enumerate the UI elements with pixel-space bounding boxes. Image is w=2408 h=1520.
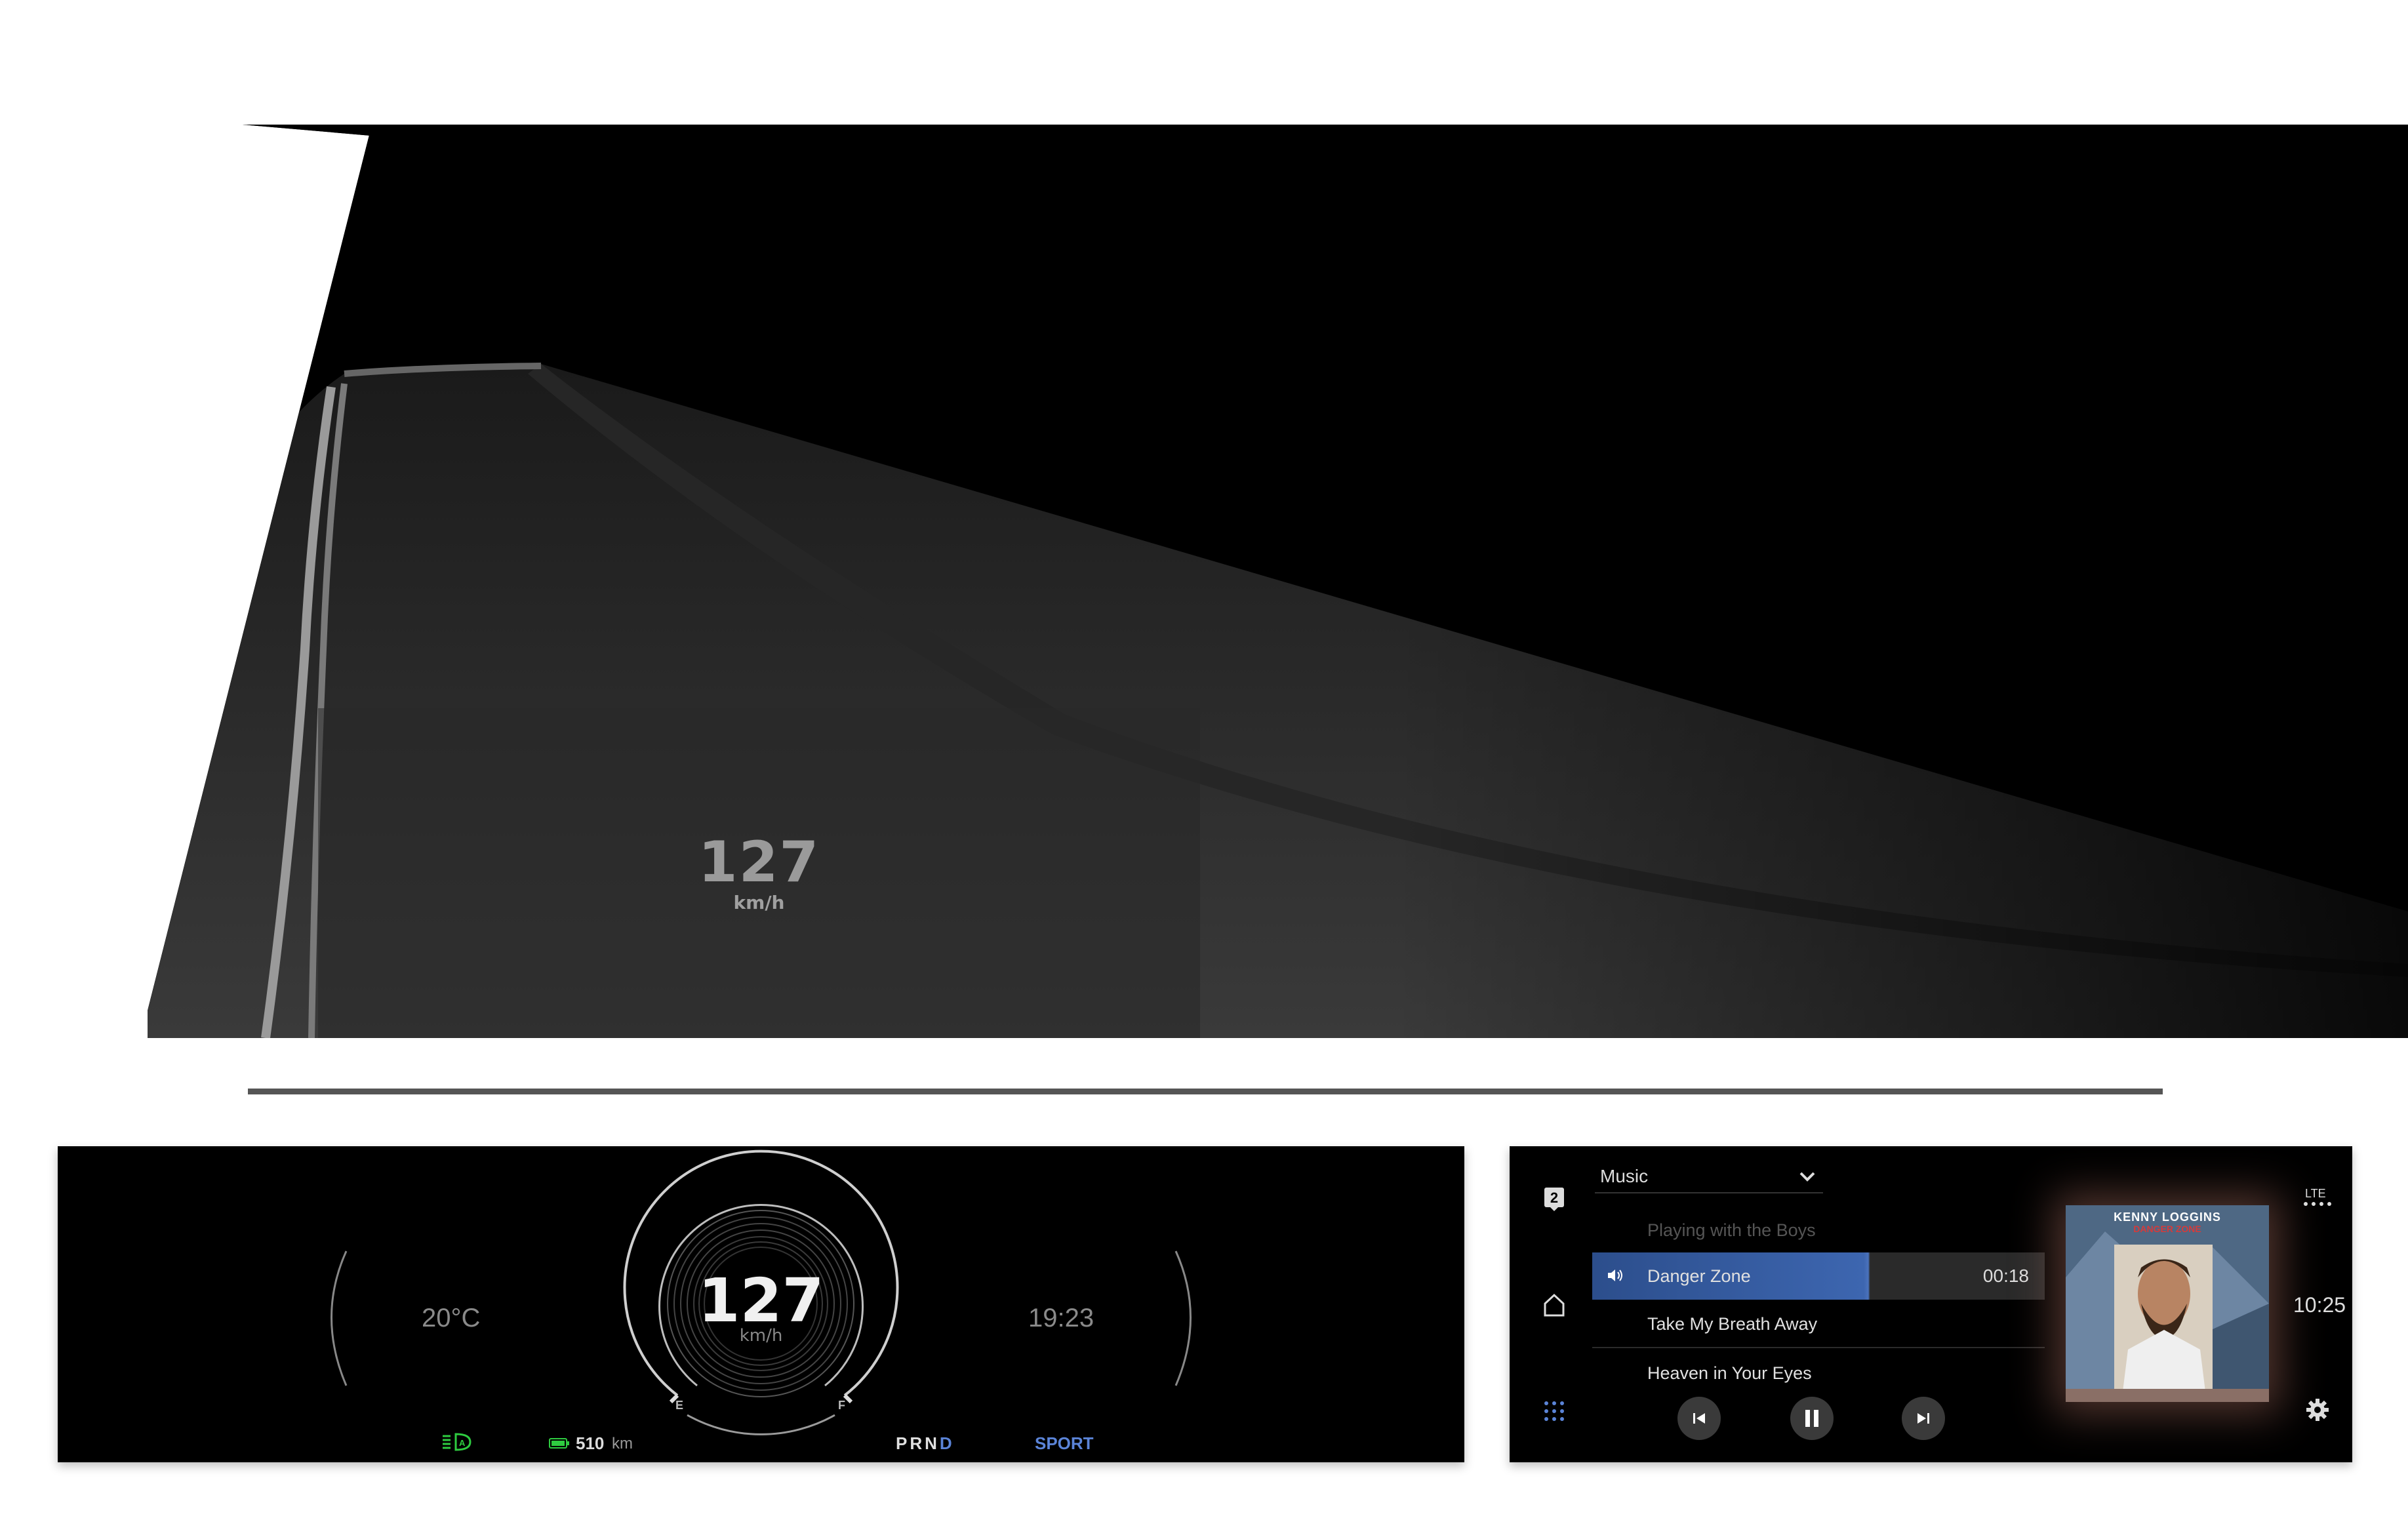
previous-track-button[interactable]: [1677, 1397, 1721, 1440]
signal-strength-icon: [2304, 1202, 2331, 1206]
hud-speed-value: 127: [698, 830, 820, 895]
pause-icon: [1805, 1410, 1818, 1427]
track-list-item[interactable]: Playing with the Boys: [1592, 1207, 2045, 1254]
gear-selector: PRND: [896, 1433, 955, 1454]
gear-active: D: [939, 1433, 955, 1453]
source-dropdown[interactable]: Music: [1595, 1161, 1823, 1193]
album-art[interactable]: KENNY LOGGINS DANGER ZONE: [2066, 1205, 2269, 1402]
profile-badge-label: 2: [1550, 1190, 1558, 1206]
album-cover-illustration: [2066, 1205, 2269, 1402]
track-list-item[interactable]: Take My Breath Away: [1592, 1301, 2045, 1348]
album-title: DANGER ZONE: [2133, 1224, 2201, 1234]
track-elapsed-time: 00:18: [1982, 1266, 2029, 1286]
source-dropdown-label: Music: [1600, 1166, 1649, 1186]
hud-speed-panel: 127 km/h: [318, 708, 1200, 1038]
gear-inactive: PRN: [896, 1433, 940, 1453]
fuel-empty-label: E: [675, 1399, 684, 1412]
speaker-icon: [1608, 1270, 1622, 1281]
track-title: Take My Breath Away: [1647, 1313, 1818, 1334]
battery-icon: [549, 1438, 569, 1449]
skip-next-icon: [1917, 1413, 1929, 1424]
range-unit: km: [612, 1435, 633, 1452]
track-list-item-playing[interactable]: Danger Zone 00:18: [1592, 1252, 2045, 1300]
infotainment-clock: 10:25: [2293, 1293, 2346, 1317]
svg-text:A: A: [459, 1438, 466, 1448]
pause-button[interactable]: [1790, 1397, 1834, 1440]
album-cover: KENNY LOGGINS DANGER ZONE: [2066, 1205, 2269, 1402]
hud-speed-unit: km/h: [733, 892, 785, 913]
auto-headlight-icon: A: [443, 1433, 472, 1451]
apps-grid-icon[interactable]: [1542, 1399, 1566, 1423]
track-title: Playing with the Boys: [1647, 1220, 1816, 1240]
profile-badge-icon[interactable]: 2: [1542, 1186, 1566, 1212]
infotainment-screen: 2 Music Playing with the Boys Danger Zon…: [1510, 1146, 2352, 1462]
track-title: Danger Zone: [1647, 1266, 1751, 1286]
skip-previous-icon: [1693, 1413, 1705, 1424]
next-track-button[interactable]: [1902, 1397, 1945, 1440]
gear-icon[interactable]: [2306, 1398, 2329, 1422]
drive-mode: SPORT: [1035, 1433, 1094, 1453]
section-divider: [248, 1089, 2163, 1094]
track-title: Heaven in Your Eyes: [1647, 1363, 1812, 1383]
hud-windshield: 127 km/h: [148, 125, 2408, 1038]
instrument-cluster: 20°C 19:23 127 km/h E F A 510 km PRND SP…: [58, 1146, 1464, 1462]
track-list-item[interactable]: Heaven in Your Eyes: [1592, 1350, 2045, 1397]
network-status: LTE: [2305, 1187, 2326, 1200]
fuel-full-label: F: [838, 1399, 845, 1412]
cluster-speed-unit: km/h: [739, 1326, 783, 1346]
cluster-speed-value: 127: [698, 1266, 824, 1336]
range-value: 510: [576, 1433, 605, 1453]
chevron-down-icon: [1799, 1172, 1815, 1182]
album-artist: KENNY LOGGINS: [2114, 1210, 2221, 1224]
home-icon[interactable]: [1541, 1292, 1567, 1318]
